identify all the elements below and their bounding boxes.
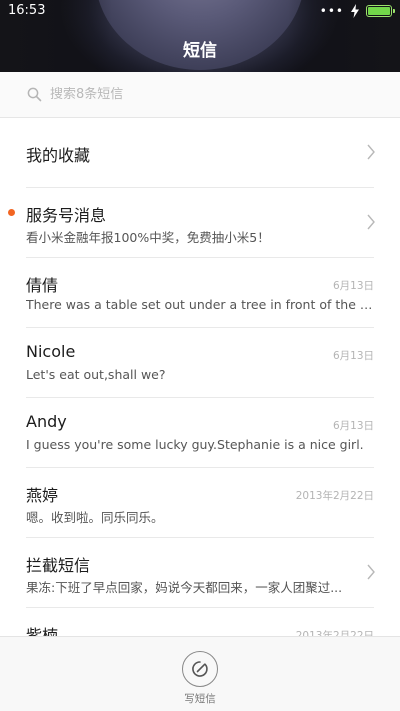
battery-icon (366, 5, 395, 17)
status-time: 16:53 (8, 3, 46, 18)
conversation-title: 服务号消息 (26, 206, 107, 225)
chevron-right-icon (367, 564, 375, 580)
list-item-blocked-messages[interactable]: 拦截短信 果冻:下班了早点回家，妈说今天都回来，一家人团聚过... (0, 538, 400, 608)
chevron-right-icon (367, 144, 375, 160)
conversation-preview: There was a table set out under a tree i… (26, 297, 376, 312)
list-item-conversation[interactable]: 燕婷 2013年2月22日 嗯。收到啦。同乐同乐。 (0, 468, 400, 538)
compose-icon (192, 661, 208, 677)
conversation-title: 紫楠 (26, 626, 59, 636)
battery-fill (368, 7, 390, 15)
conversation-title: 倩倩 (26, 276, 59, 295)
unread-dot (8, 209, 15, 216)
list-item-conversation[interactable]: Nicole 6月13日 Let's eat out,shall we? (0, 328, 400, 398)
compose-label: 写短信 (184, 693, 216, 705)
search-bar[interactable] (0, 72, 400, 118)
charging-bolt-icon (351, 4, 359, 18)
list-item-favorites[interactable]: 我的收藏 (0, 118, 400, 188)
header: 16:53 ••• 短信 (0, 0, 400, 72)
search-input[interactable] (50, 87, 370, 102)
conversation-date: 2013年2月22日 (295, 490, 374, 502)
conversation-title: 燕婷 (26, 486, 59, 505)
conversation-date: 6月13日 (332, 350, 374, 362)
list-item-conversation[interactable]: 倩倩 6月13日 There was a table set out under… (0, 258, 400, 328)
conversation-title: 拦截短信 (26, 556, 91, 575)
conversation-list[interactable]: 我的收藏 服务号消息 看小米金融年报100%中奖，免费抽小米5！ 倩倩 6月13… (0, 118, 400, 636)
more-dots-icon: ••• (319, 4, 344, 18)
list-item-conversation[interactable]: 紫楠 2013年2月22日 (0, 608, 400, 636)
conversation-title: Andy (26, 412, 67, 431)
list-item-conversation[interactable]: Andy 6月13日 I guess you're some lucky guy… (0, 398, 400, 468)
list-item-service-messages[interactable]: 服务号消息 看小米金融年报100%中奖，免费抽小米5！ (0, 188, 400, 258)
conversation-date: 2013年2月22日 (295, 630, 374, 636)
conversation-date: 6月13日 (332, 280, 374, 292)
conversation-title: Nicole (26, 342, 76, 361)
page-title: 短信 (183, 41, 217, 61)
conversation-preview: 嗯。收到啦。同乐同乐。 (26, 510, 164, 525)
conversation-preview: I guess you're some lucky guy.Stephanie … (26, 437, 364, 452)
compose-button[interactable] (182, 651, 218, 687)
conversation-title: 我的收藏 (26, 146, 91, 165)
bottom-bar: 写短信 (0, 636, 400, 711)
conversation-preview: Let's eat out,shall we? (26, 367, 166, 382)
conversation-preview: 果冻:下班了早点回家，妈说今天都回来，一家人团聚过... (26, 580, 343, 595)
conversation-date: 6月13日 (332, 420, 374, 432)
search-icon (27, 87, 42, 102)
status-icons: ••• (319, 4, 395, 18)
chevron-right-icon (367, 214, 375, 230)
conversation-preview: 看小米金融年报100%中奖，免费抽小米5！ (26, 230, 270, 245)
